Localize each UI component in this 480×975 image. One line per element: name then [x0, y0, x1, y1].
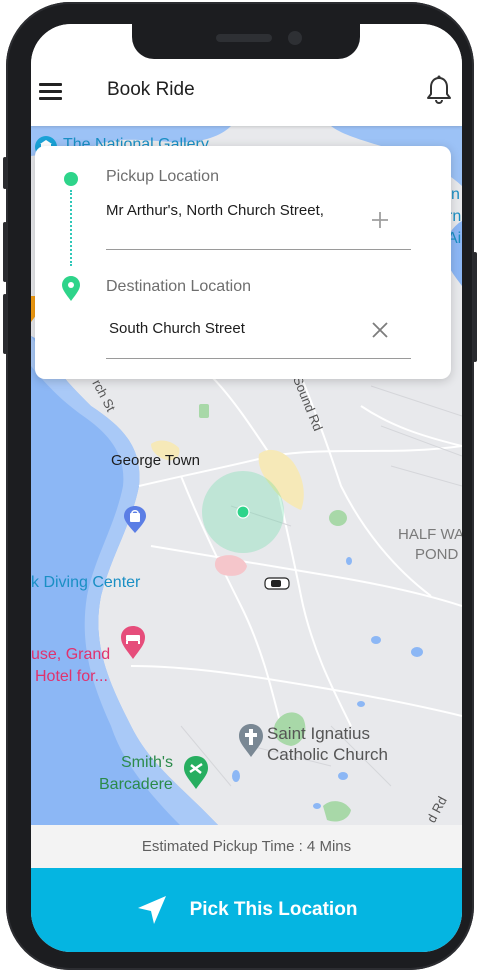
car-marker — [264, 577, 290, 590]
map-park-4 — [199, 404, 209, 418]
map-hospital-area — [214, 555, 247, 576]
map-label-half-way-line2: POND — [415, 546, 459, 563]
map-label-right-edge-1: n — [451, 186, 460, 203]
pickup-underline — [106, 249, 411, 250]
map-label-smiths-line1: Smith's — [121, 754, 173, 771]
close-icon[interactable] — [371, 321, 389, 339]
plus-icon[interactable] — [370, 210, 390, 230]
page-title: Book Ride — [107, 79, 195, 100]
church-cross-icon[interactable] — [238, 724, 264, 758]
device-notch — [132, 24, 360, 59]
volume-down-button — [3, 294, 7, 354]
map-ponds — [232, 557, 423, 809]
pickup-marker — [236, 505, 250, 519]
map-label-hotel-line1: use, Grand — [31, 646, 111, 663]
hotel-bed-icon[interactable] — [121, 626, 145, 660]
navigation-arrow-icon — [137, 896, 166, 924]
destination-pin-icon — [62, 276, 80, 301]
destination-label: Destination Location — [106, 278, 251, 295]
map-park-3 — [323, 801, 351, 822]
destination-location-input[interactable]: South Church Street — [109, 320, 354, 337]
front-camera — [288, 31, 302, 45]
map-label-smiths-line2: Barcadere — [99, 776, 173, 793]
destination-underline — [106, 358, 411, 359]
volume-up-button — [3, 222, 7, 282]
hamburger-menu-icon[interactable] — [39, 81, 63, 101]
shopping-bag-icon[interactable] — [123, 506, 147, 534]
pick-location-label: Pick This Location — [189, 899, 358, 920]
pick-location-button[interactable]: Pick This Location — [31, 868, 462, 952]
route-connector — [70, 190, 72, 266]
pickup-label: Pickup Location — [106, 168, 219, 185]
app-screen: The National Gallery rch St Sound Rd Geo… — [31, 24, 462, 952]
map-label-saint-ignatius-line2: Catholic Church — [267, 745, 388, 764]
pickup-dot-icon — [64, 172, 78, 186]
map-label-george-town: George Town — [111, 452, 200, 469]
volume-button — [3, 157, 7, 189]
phone-frame: The National Gallery rch St Sound Rd Geo… — [3, 2, 477, 970]
bell-icon[interactable] — [425, 75, 453, 105]
map-park-1 — [329, 510, 347, 526]
speaker-grille — [216, 34, 272, 42]
map-label-half-way-line1: HALF WA — [398, 526, 462, 543]
estimated-pickup-time: Estimated Pickup Time : 4 Mins — [31, 825, 462, 869]
booking-card: Pickup Location Mr Arthur's, North Churc… — [35, 146, 451, 379]
map-label-diving-center: k Diving Center — [31, 574, 141, 591]
pickup-location-input[interactable]: Mr Arthur's, North Church Street, — [106, 202, 351, 219]
map-label-saint-ignatius-line1: Saint Ignatius — [267, 724, 371, 743]
power-button — [473, 252, 477, 362]
snorkel-poi-icon[interactable] — [183, 756, 209, 790]
map-label-hotel-line2: Hotel for... — [35, 668, 108, 685]
